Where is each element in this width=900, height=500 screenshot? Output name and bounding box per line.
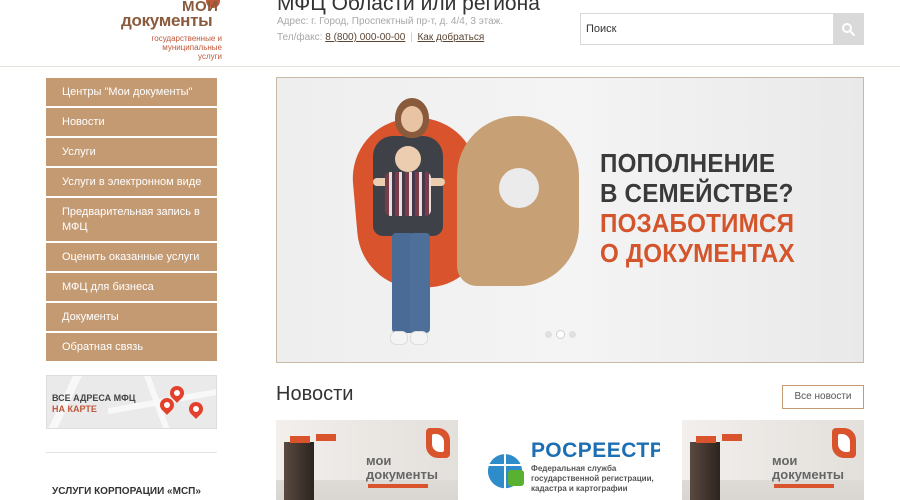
sidebar-item-centers[interactable]: Центры "Мои документы"	[46, 78, 217, 108]
map-banner-line2: НА КАРТЕ	[52, 404, 97, 414]
sidebar-item-label: Услуги в электронном виде	[62, 176, 202, 188]
slider-dot-3[interactable]	[569, 331, 576, 338]
heart-hole-shape	[499, 168, 539, 208]
moi-docs-logo-inner	[838, 434, 850, 452]
sidebar-item-label: Оценить оказанные услуги	[62, 251, 200, 263]
sidebar-item-business[interactable]: МФЦ для бизнеса	[46, 273, 217, 303]
all-news-button[interactable]: Все новости	[782, 385, 864, 409]
sidebar-item-label: Обратная связь	[62, 341, 144, 353]
sidebar-item-label: МФЦ для бизнеса	[62, 281, 154, 293]
search-button[interactable]	[833, 14, 863, 44]
divider	[46, 452, 217, 453]
promo-slider[interactable]: ПОПОЛНЕНИЕ В СЕМЕЙСТВЕ? ПОЗАБОТИМСЯ О ДО…	[276, 77, 864, 363]
sidebar-item-label: Предварительная запись в МФЦ	[62, 206, 200, 233]
map-pin-icon	[186, 399, 206, 419]
office-door	[690, 442, 720, 500]
moi-docs-logo-inner	[432, 434, 444, 452]
slide-line4: О ДОКУМЕНТАХ	[600, 238, 795, 268]
sidebar-item-rate-services[interactable]: Оценить оказанные услуги	[46, 243, 217, 273]
office-sign	[722, 434, 742, 441]
office-door	[284, 442, 314, 500]
office-strip	[774, 484, 834, 488]
shoe	[390, 331, 408, 345]
slider-dot-2[interactable]	[557, 331, 564, 338]
sidebar-item-appointment[interactable]: Предварительная запись в МФЦ	[46, 198, 217, 243]
directions-link[interactable]: Как добраться	[417, 32, 484, 43]
news-card-3[interactable]: мои документы	[682, 420, 864, 500]
sidebar-item-label: Документы	[62, 311, 119, 323]
site-address: Адрес: г. Город, Проспектный пр-т, д. 4/…	[277, 16, 504, 27]
slider-dot-1[interactable]	[545, 331, 552, 338]
sidebar-item-label: Услуги	[62, 146, 96, 158]
woman-leg	[410, 233, 430, 333]
msp-banner[interactable]: УСЛУГИ КОРПОРАЦИИ «МСП»	[52, 485, 201, 498]
logo-subtitle: государственные и муниципальные услуги	[151, 34, 223, 61]
phone-label: Тел/факс	[277, 32, 320, 43]
phone-link[interactable]: 8 (800) 000-00-00	[325, 32, 405, 43]
rosreestr-grid	[482, 464, 528, 466]
site-contacts: Тел/факс: 8 (800) 000-00-00 | Как добрат…	[277, 32, 485, 43]
rosreestr-green-square	[508, 470, 524, 486]
slider-dots	[545, 325, 581, 343]
rosreestr-subtitle-line: государственной регистрации,	[531, 474, 654, 483]
rosreestr-title: РОСРЕЕСТР	[531, 439, 660, 462]
slide-line3: ПОЗАБОТИМСЯ	[600, 208, 795, 238]
header: МОИ документы государственные и муниципа…	[0, 0, 900, 67]
news-heading: Новости	[276, 383, 354, 405]
news-card-1[interactable]: мои документы	[276, 420, 458, 500]
sidebar-item-label: Центры "Мои документы"	[62, 86, 193, 98]
search-input[interactable]	[581, 14, 833, 44]
news-card-2[interactable]: РОСРЕЕСТР Федеральная служба государстве…	[478, 420, 660, 500]
rosreestr-grid	[504, 438, 506, 500]
sidebar-item-services[interactable]: Услуги	[46, 138, 217, 168]
rosreestr-subtitle: Федеральная служба государственной регис…	[531, 464, 654, 494]
woman-face	[401, 106, 423, 132]
baby-head	[395, 146, 421, 172]
sidebar-item-documents[interactable]: Документы	[46, 303, 217, 333]
site-logo[interactable]: МОИ документы государственные и муниципа…	[120, 0, 222, 61]
search-icon	[842, 23, 855, 36]
sidebar-item-news[interactable]: Новости	[46, 108, 217, 138]
site-title: МФЦ Области или региона	[277, 0, 540, 15]
sidebar-item-e-services[interactable]: Услуги в электронном виде	[46, 168, 217, 198]
map-banner-text: ВСЕ АДРЕСА МФЦ НА КАРТЕ	[52, 393, 135, 415]
sidebar-item-label: Новости	[62, 116, 105, 128]
slide-line1: ПОПОЛНЕНИЕ	[600, 148, 776, 178]
shoe	[410, 331, 428, 345]
baby-carrier	[385, 172, 431, 216]
logo-line2: документы	[121, 11, 213, 30]
contacts-separator: |	[410, 32, 413, 43]
rosreestr-subtitle-line: Федеральная служба	[531, 464, 617, 473]
sidebar-nav: Центры "Мои документы" Новости Услуги Ус…	[46, 78, 217, 363]
office-strip	[368, 484, 428, 488]
office-sign	[290, 436, 310, 443]
slide-line2: В СЕМЕЙСТВЕ?	[600, 178, 794, 208]
slide-caption: ПОПОЛНЕНИЕ В СЕМЕЙСТВЕ? ПОЗАБОТИМСЯ О ДО…	[600, 148, 795, 268]
map-banner-line1: ВСЕ АДРЕСА МФЦ	[52, 393, 136, 403]
office-sign	[696, 436, 716, 443]
office-logo-text: мои документы	[772, 453, 844, 482]
rosreestr-subtitle-line: кадастра и картографии	[531, 484, 628, 493]
office-sign	[316, 434, 336, 441]
map-banner[interactable]: ВСЕ АДРЕСА МФЦ НА КАРТЕ	[46, 375, 217, 429]
search-box	[580, 13, 864, 45]
sidebar-item-feedback[interactable]: Обратная связь	[46, 333, 217, 363]
office-logo-text: мои документы	[366, 453, 438, 482]
